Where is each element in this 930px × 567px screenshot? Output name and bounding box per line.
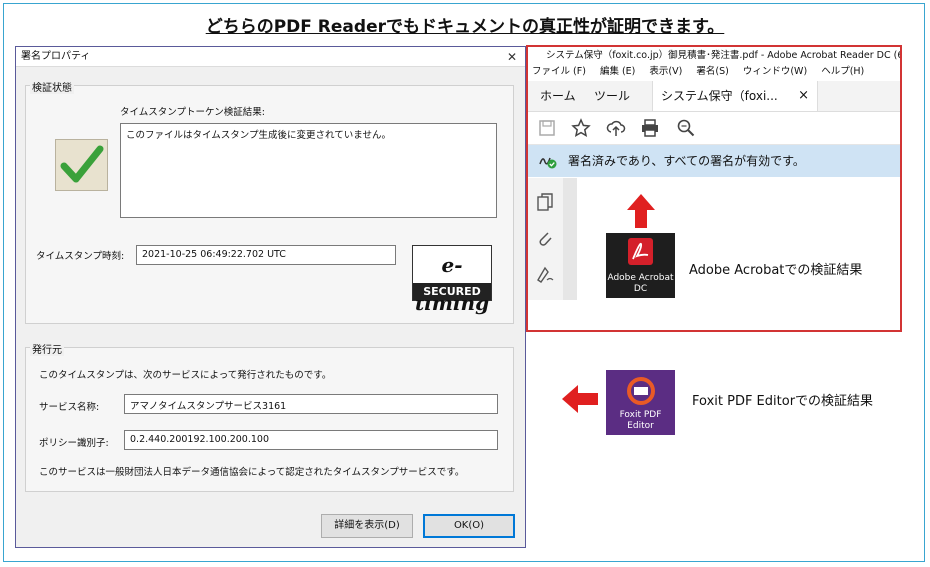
policy-field[interactable]: 0.2.440.200192.100.200.100 [124,430,498,450]
foxit-caption: Foxit PDF Editorでの検証結果 [692,394,874,409]
check-icon [55,139,108,191]
certification-note: このサービスは一般財団法人日本データ通信協会によって認定されたタイムスタンプサー… [39,467,465,478]
foxit-pdf-editor-app-icon: Foxit PDF Editor [606,370,675,435]
signature-status-text: 署名済みであり、すべての署名が有効です。 [568,154,805,168]
service-name-label: サービス名称: [39,402,100,413]
pages-icon[interactable] [536,192,554,212]
acrobat-logo-mark [632,242,649,260]
foxit-app-label: Foxit PDF Editor [619,410,662,431]
adobe-acrobat-app-icon: Adobe Acrobat DC [606,233,675,298]
acrobat-titlebar: システム保守（foxit.co.jp）御見積書･発注書.pdf - Adobe … [528,47,900,64]
attachment-icon[interactable] [536,228,554,248]
show-details-button[interactable]: 詳細を表示(D) [321,514,413,538]
foxit-logo [627,377,655,405]
timestamp-field[interactable]: 2021-10-25 06:49:22.702 UTC [136,245,396,265]
star-icon[interactable] [571,118,591,138]
left-arrow-icon [562,385,598,413]
menu-edit[interactable]: 編集 (E) [600,66,635,77]
acrobat-sidebar-divider [563,178,577,300]
acrobat-tabbar: ホーム ツール システム保守（foxi... × [528,81,900,112]
e-timing-logo-text: e-timing [414,253,490,315]
tab-close-icon[interactable]: × [798,81,809,111]
headline: どちらのPDF Readerでもドキュメントの真正性が証明できます。 [205,17,725,37]
tab-tools[interactable]: ツール [594,81,630,111]
up-arrow-icon [627,194,655,228]
e-timing-logo: e-timing SECURED [412,245,492,315]
print-icon[interactable] [640,118,660,138]
close-icon[interactable]: ✕ [507,47,517,67]
acrobat-menubar: ファイル (F) 編集 (E) 表示(V) 署名(S) ウィンドウ(W) ヘルプ… [528,64,900,80]
verification-status-label: 検証状態 [30,79,74,94]
menu-file[interactable]: ファイル (F) [532,66,586,77]
signature-icon[interactable] [535,264,555,284]
service-name-field[interactable]: アマノタイムスタンプサービス3161 [124,394,498,414]
acrobat-logo [628,238,653,265]
issuer-description: このタイムスタンプは、次のサービスによって発行されたものです。 [39,370,332,381]
secured-label: SECURED [413,283,491,300]
tab-document-label: システム保守（foxi... [661,89,778,103]
policy-label: ポリシー識別子: [39,438,109,449]
menu-view[interactable]: 表示(V) [649,66,682,77]
result-label: タイムスタンプトーケン検証結果: [120,107,265,118]
acrobat-caption: Adobe Acrobatでの検証結果 [689,263,863,278]
ok-button[interactable]: OK(O) [423,514,515,538]
dialog-titlebar: 署名プロパティ ✕ [16,47,525,67]
result-textbox[interactable]: このファイルはタイムスタンプ生成後に変更されていません。 [120,123,497,218]
acrobat-sidebar [528,178,564,300]
search-icon[interactable] [676,118,696,138]
signature-status-banner: 署名済みであり、すべての署名が有効です。 [528,145,900,177]
menu-window[interactable]: ウィンドウ(W) [743,66,807,77]
save-icon[interactable] [538,119,556,137]
acrobat-toolbar [528,112,900,145]
signature-valid-icon [539,157,557,169]
menu-sign[interactable]: 署名(S) [696,66,728,77]
timestamp-label: タイムスタンプ時刻: [36,251,125,262]
tab-home[interactable]: ホーム [540,81,576,111]
menu-help[interactable]: ヘルプ(H) [821,66,864,77]
tab-document[interactable]: システム保守（foxi... × [652,81,818,111]
acrobat-window: A システム保守（foxit.co.jp）御見積書･発注書.pdf - Adob… [526,45,902,332]
signature-properties-dialog: 署名プロパティ ✕ 検証状態 タイムスタンプトーケン検証結果: このファイルはタ… [15,46,526,548]
upload-icon[interactable] [606,118,626,138]
dialog-title: 署名プロパティ [21,51,91,62]
issuer-label: 発行元 [30,341,64,356]
adobe-acrobat-app-label: Adobe Acrobat DC [607,273,674,294]
